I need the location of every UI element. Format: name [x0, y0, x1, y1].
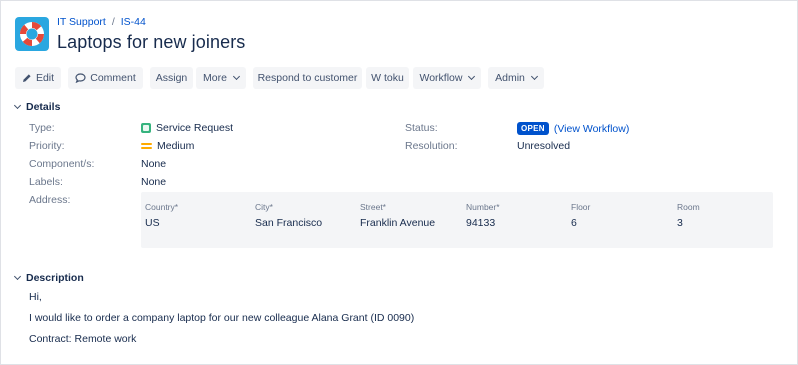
address-floor: 6	[571, 217, 577, 229]
workflow-button-label: Workflow	[419, 72, 463, 84]
w-toku-button[interactable]: W toku	[366, 67, 409, 89]
edit-button-label: Edit	[35, 72, 55, 84]
more-dropdown-button[interactable]: More	[196, 67, 246, 89]
assign-button[interactable]: Assign	[150, 67, 193, 89]
breadcrumb-issue-key-link[interactable]: IS-44	[121, 16, 146, 28]
address-street: Franklin Avenue	[360, 217, 436, 229]
chevron-down-icon	[530, 72, 538, 81]
breadcrumb-separator: /	[111, 16, 115, 28]
assign-button-label: Assign	[155, 72, 188, 84]
view-workflow-link[interactable]: (View Workflow)	[554, 123, 629, 135]
priority-medium-icon	[141, 142, 152, 150]
status-badge: OPEN	[517, 122, 549, 135]
address-label: Address:	[29, 194, 71, 206]
speech-bubble-icon	[75, 73, 86, 83]
chevron-down-icon	[468, 72, 476, 81]
address-header-number: Number*	[466, 202, 500, 212]
priority-value-text: Medium	[157, 140, 195, 152]
issue-title[interactable]: Laptops for new joiners	[57, 32, 245, 53]
resolution-label: Resolution:	[405, 140, 458, 152]
type-value: Service Request	[141, 122, 233, 134]
edit-button[interactable]: Edit	[15, 67, 61, 89]
labels-value: None	[141, 176, 167, 188]
description-heading: Description	[26, 272, 84, 284]
address-header-street: Street*	[360, 202, 386, 212]
admin-button-label: Admin	[495, 72, 525, 84]
components-label: Component/s:	[29, 158, 95, 170]
address-header-city: City*	[255, 202, 273, 212]
chevron-down-icon	[13, 101, 22, 110]
comment-button-label: Comment	[90, 72, 136, 84]
address-table: Country* City* Street* Number* Floor Roo…	[141, 192, 773, 248]
w-toku-button-label: W toku	[371, 72, 404, 84]
details-heading: Details	[26, 101, 61, 113]
description-line: Contract: Remote work	[29, 333, 137, 345]
breadcrumb-project-link[interactable]: IT Support	[57, 16, 106, 28]
workflow-dropdown-button[interactable]: Workflow	[413, 67, 481, 89]
breadcrumb: IT Support / IS-44	[57, 16, 146, 28]
labels-label: Labels:	[29, 176, 63, 188]
priority-value: Medium	[141, 140, 194, 152]
address-header-floor: Floor	[571, 202, 591, 212]
address-header-room: Room	[677, 202, 700, 212]
details-section-toggle[interactable]: Details	[13, 101, 61, 113]
project-logo-lifebuoy-icon[interactable]	[15, 17, 49, 51]
address-number: 94133	[466, 217, 496, 229]
admin-dropdown-button[interactable]: Admin	[488, 67, 544, 89]
comment-button[interactable]: Comment	[68, 67, 143, 89]
description-line: I would like to order a company laptop f…	[29, 312, 415, 324]
address-city: San Francisco	[255, 217, 323, 229]
respond-to-customer-button[interactable]: Respond to customer	[253, 67, 362, 89]
type-value-text: Service Request	[156, 122, 234, 134]
chevron-down-icon	[232, 72, 241, 81]
address-header-country: Country*	[145, 202, 179, 212]
chevron-down-icon	[13, 272, 22, 281]
resolution-value: Unresolved	[517, 140, 571, 152]
more-button-label: More	[203, 72, 227, 84]
status-label: Status:	[405, 122, 438, 134]
address-country: US	[145, 217, 160, 229]
issue-view: IT Support / IS-44 Laptops for new joine…	[0, 0, 798, 365]
status-value: OPEN (View Workflow)	[517, 122, 629, 135]
type-label: Type:	[29, 122, 55, 134]
priority-label: Priority:	[29, 140, 65, 152]
components-value: None	[141, 158, 167, 170]
description-section-toggle[interactable]: Description	[13, 272, 84, 284]
service-request-icon	[141, 123, 151, 133]
description-line: Hi,	[29, 291, 42, 303]
address-room: 3	[677, 217, 683, 229]
pencil-icon	[22, 73, 32, 83]
respond-button-label: Respond to customer	[257, 72, 358, 84]
